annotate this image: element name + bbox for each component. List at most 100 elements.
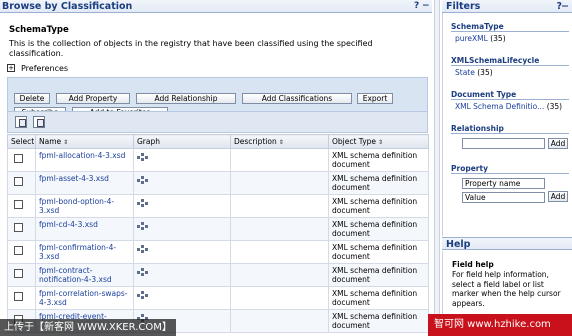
- panel-divider[interactable]: [434, 0, 440, 336]
- relationship-add-button[interactable]: Add: [548, 138, 568, 149]
- graph-icon[interactable]: [137, 268, 148, 276]
- divider: [451, 65, 569, 66]
- graph-icon[interactable]: [137, 176, 148, 184]
- export-button[interactable]: Export: [357, 93, 393, 104]
- description-cell: [230, 309, 329, 333]
- table-row: fpml-confirmation-4-3.xsd XML schema defi…: [7, 240, 429, 264]
- graph-cell: [133, 148, 231, 172]
- property-add-button[interactable]: Add: [548, 191, 568, 202]
- graph-cell: [133, 263, 231, 287]
- graph-icon[interactable]: [137, 245, 148, 253]
- graph-cell: [133, 171, 231, 195]
- column-object-type[interactable]: Object Type ⇕: [328, 134, 429, 149]
- document-link[interactable]: fpml-asset-4-3.xsd: [39, 174, 109, 183]
- watermark-right: 智可网 www.hzhike.com: [428, 314, 572, 336]
- preferences-toggle[interactable]: + Preferences: [7, 63, 68, 73]
- filter-item-label[interactable]: pureXML: [455, 34, 488, 43]
- minimize-icon[interactable]: −: [422, 0, 430, 13]
- column-name[interactable]: Name ⇕: [35, 134, 134, 149]
- divider: [451, 31, 569, 32]
- main-panel-title: Browse by Classification ? −: [0, 0, 432, 13]
- property-value-input[interactable]: Value: [462, 192, 545, 203]
- add-relationship-button[interactable]: Add Relationship: [136, 93, 236, 104]
- divider: [451, 133, 569, 134]
- preferences-label: Preferences: [21, 63, 69, 73]
- property-name-input[interactable]: Property name: [462, 178, 545, 189]
- page-title: Browse by Classification: [2, 1, 133, 12]
- object-type-cell: XML schema definition document: [328, 194, 429, 218]
- filter-section-document-type: Document Type: [451, 90, 517, 99]
- filter-item-xsd[interactable]: XML Schema Definitio... (35): [455, 102, 562, 111]
- row-checkbox[interactable]: [14, 154, 23, 163]
- filters-panel: SchemaType pureXML (35) XMLSchemaLifecyc…: [442, 13, 572, 236]
- select-cell: [7, 240, 36, 264]
- sort-icon[interactable]: ⇕: [63, 139, 68, 146]
- expand-icon[interactable]: +: [7, 64, 15, 72]
- filter-item-label[interactable]: State: [455, 68, 475, 77]
- object-type-cell: XML schema definition document: [328, 286, 429, 310]
- description-cell: [230, 217, 329, 241]
- table-header-row: Select Name ⇕ Graph Description ⇕ Object T…: [7, 134, 429, 149]
- help-title: Help: [446, 239, 471, 250]
- graph-cell: [133, 194, 231, 218]
- document-link[interactable]: fpml-bond-option-4-3.xsd: [39, 197, 114, 215]
- add-property-button[interactable]: Add Property: [56, 93, 130, 104]
- name-cell: fpml-bond-option-4-3.xsd: [35, 194, 134, 218]
- document-link[interactable]: fpml-correlation-swaps-4-3.xsd: [39, 289, 127, 307]
- sort-icon[interactable]: ⇕: [279, 139, 284, 146]
- select-cell: [7, 148, 36, 172]
- object-type-cell: XML schema definition document: [328, 263, 429, 287]
- graph-icon[interactable]: [137, 291, 148, 299]
- table-row: fpml-allocation-4-3.xsd XML schema defini…: [7, 148, 429, 172]
- column-object-type-label: Object Type: [332, 137, 377, 146]
- filter-item-state[interactable]: State (35): [455, 68, 493, 77]
- field-help-heading: Field help: [452, 260, 494, 269]
- deselect-all-icon[interactable]: [33, 116, 45, 128]
- graph-icon[interactable]: [137, 199, 148, 207]
- name-cell: fpml-asset-4-3.xsd: [35, 171, 134, 195]
- select-cell: [7, 194, 36, 218]
- description-cell: [230, 171, 329, 195]
- document-link[interactable]: fpml-allocation-4-3.xsd: [39, 151, 125, 160]
- filter-item-purexml[interactable]: pureXML (35): [455, 34, 506, 43]
- row-checkbox[interactable]: [14, 292, 23, 301]
- row-checkbox[interactable]: [14, 223, 23, 232]
- object-type-cell: XML schema definition document: [328, 171, 429, 195]
- filters-panel-title: Filters ? −: [442, 0, 572, 13]
- object-type-cell: XML schema definition document: [328, 148, 429, 172]
- main-panel: SchemaType This is the collection of obj…: [0, 13, 432, 336]
- filter-item-label[interactable]: XML Schema Definitio...: [455, 102, 544, 111]
- relationship-label: Relationship: [451, 124, 504, 133]
- column-select: Select: [7, 134, 36, 149]
- column-description[interactable]: Description ⇕: [230, 134, 329, 149]
- graph-cell: [133, 286, 231, 310]
- relationship-input[interactable]: [462, 138, 545, 149]
- document-link[interactable]: fpml-cd-4-3.xsd: [39, 220, 98, 229]
- filter-item-count: (35): [490, 34, 506, 43]
- filters-title: Filters: [446, 1, 481, 12]
- table-row: fpml-bond-option-4-3.xsd XML schema defin…: [7, 194, 429, 218]
- row-checkbox[interactable]: [14, 246, 23, 255]
- help-panel-title: Help: [442, 237, 572, 250]
- select-all-icon[interactable]: [15, 116, 27, 128]
- table-row: fpml-cd-4-3.xsd XML schema definition doc…: [7, 217, 429, 241]
- graph-icon[interactable]: [137, 222, 148, 230]
- name-cell: fpml-correlation-swaps-4-3.xsd: [35, 286, 134, 310]
- graph-icon[interactable]: [137, 153, 148, 161]
- select-cell: [7, 217, 36, 241]
- column-graph: Graph: [133, 134, 231, 149]
- document-link[interactable]: fpml-contract-notification-4-3.xsd: [39, 266, 112, 284]
- delete-button[interactable]: Delete: [14, 93, 50, 104]
- row-checkbox[interactable]: [14, 177, 23, 186]
- description-cell: [230, 286, 329, 310]
- document-link[interactable]: fpml-confirmation-4-3.xsd: [39, 243, 116, 261]
- description-cell: [230, 263, 329, 287]
- object-type-cell: XML schema definition document: [328, 309, 429, 333]
- row-checkbox[interactable]: [14, 200, 23, 209]
- minimize-icon[interactable]: −: [561, 0, 569, 13]
- filter-section-schematype: SchemaType: [451, 22, 504, 31]
- help-icon[interactable]: ?: [414, 0, 419, 13]
- add-classifications-button[interactable]: Add Classifications: [242, 93, 352, 104]
- sort-icon[interactable]: ⇕: [378, 139, 383, 146]
- row-checkbox[interactable]: [14, 269, 23, 278]
